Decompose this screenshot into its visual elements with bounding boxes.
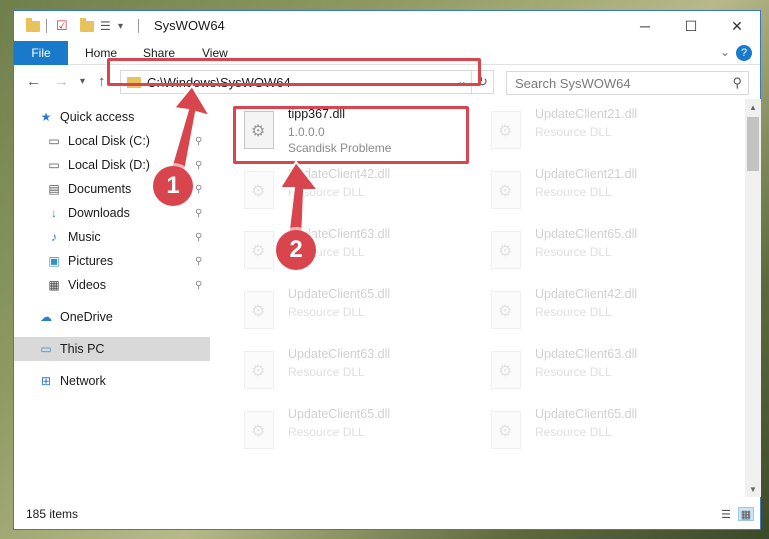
annotation-arrows bbox=[168, 84, 321, 242]
arrow-2 bbox=[278, 160, 321, 242]
arrow-1 bbox=[168, 84, 213, 178]
step-marker-2: 2 bbox=[276, 230, 316, 270]
step-marker-1: 1 bbox=[153, 166, 193, 206]
